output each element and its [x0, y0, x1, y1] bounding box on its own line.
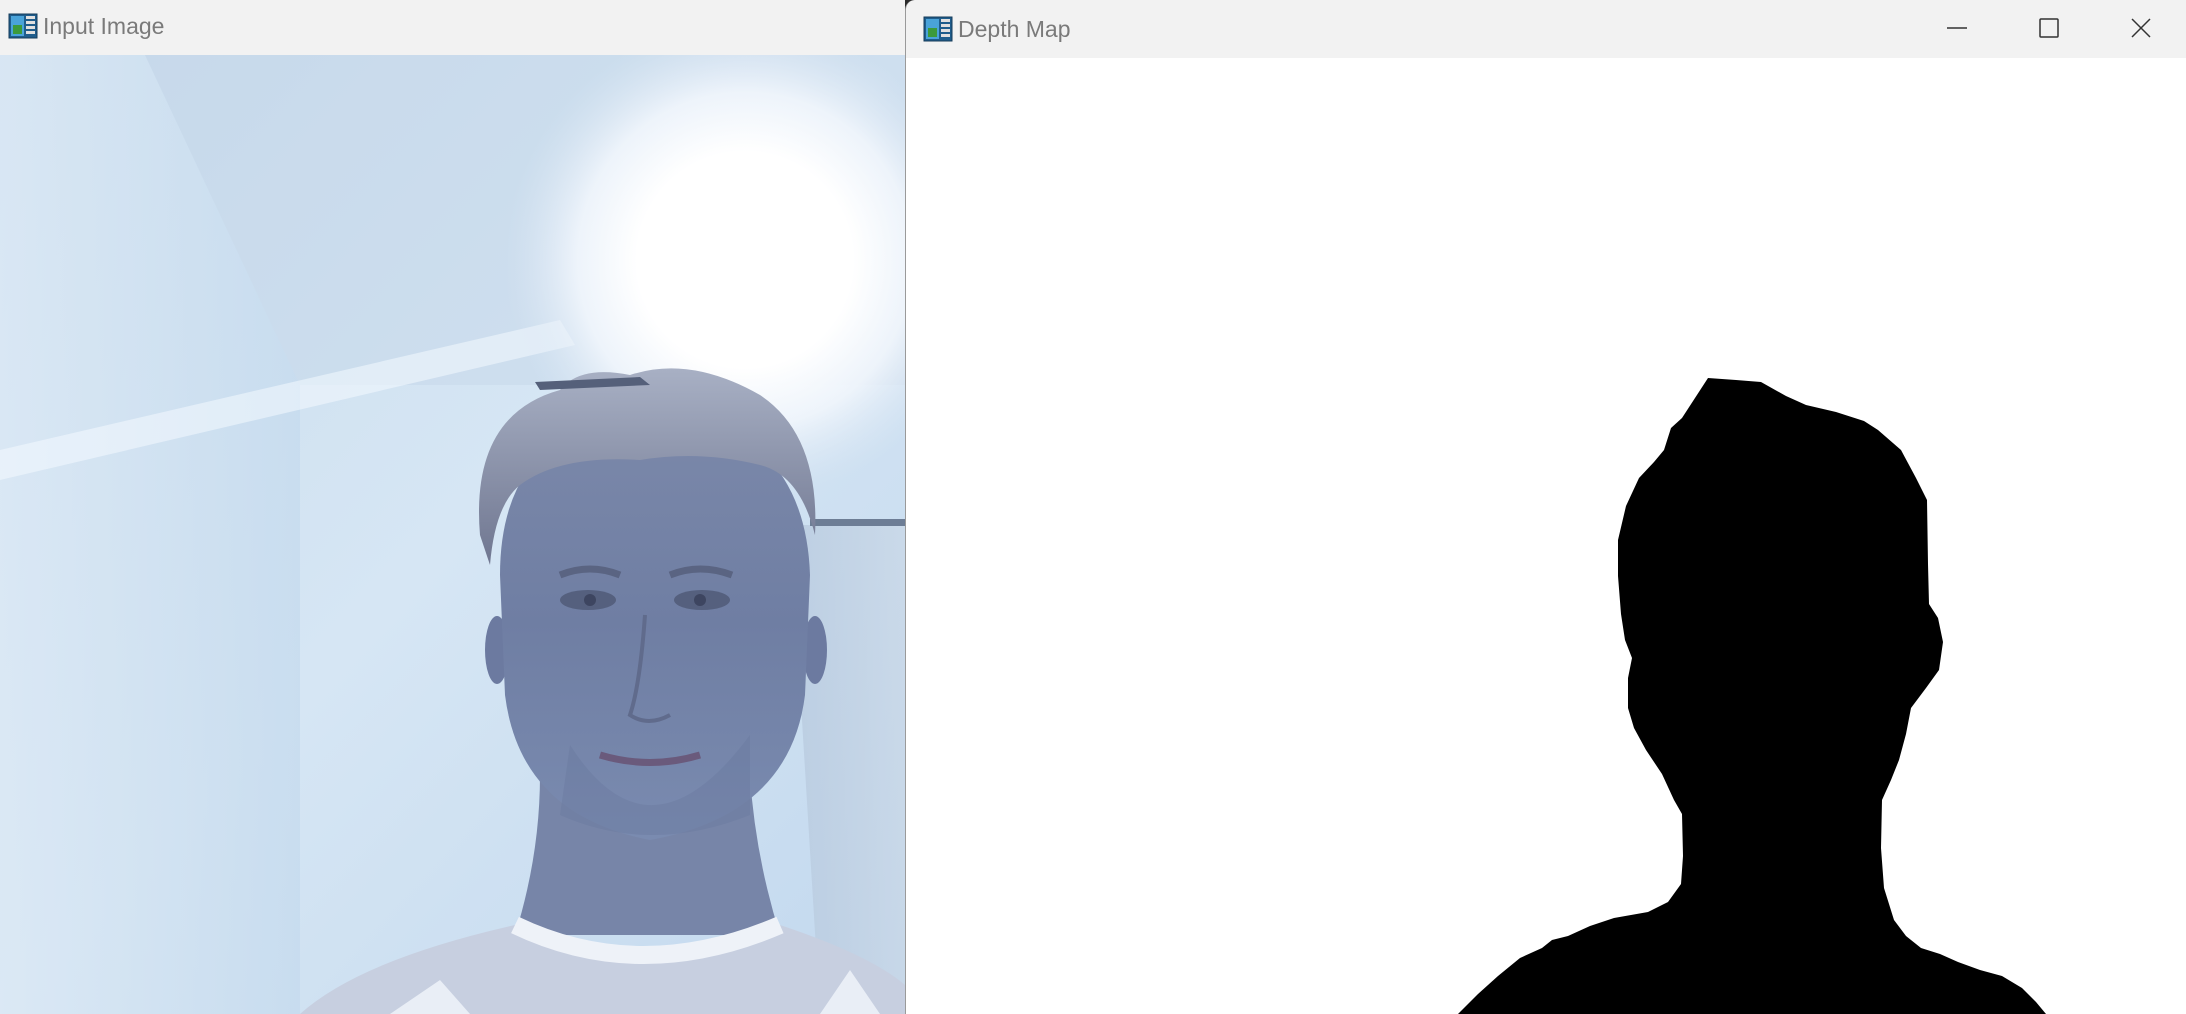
maximize-icon — [2038, 17, 2060, 39]
minimize-icon — [1946, 17, 1968, 39]
depth-map-window[interactable]: Depth Map — [905, 0, 2186, 1014]
webcam-frame — [0, 55, 905, 1014]
close-icon — [2130, 17, 2152, 39]
person-silhouette — [1458, 378, 2046, 1014]
input-image-titlebar[interactable]: Input Image — [0, 0, 905, 55]
minimize-button[interactable] — [1911, 0, 2003, 55]
depth-map-titlebar[interactable]: Depth Map — [906, 0, 2186, 58]
maximize-button[interactable] — [2003, 0, 2095, 55]
input-image-window[interactable]: Input Image — [0, 0, 905, 1014]
app-window-icon — [8, 13, 38, 39]
depth-map-canvas — [906, 58, 2186, 1014]
app-window-icon — [923, 16, 953, 42]
window-title: Depth Map — [958, 16, 1071, 42]
close-button[interactable] — [2095, 0, 2186, 55]
window-title: Input Image — [43, 13, 165, 39]
